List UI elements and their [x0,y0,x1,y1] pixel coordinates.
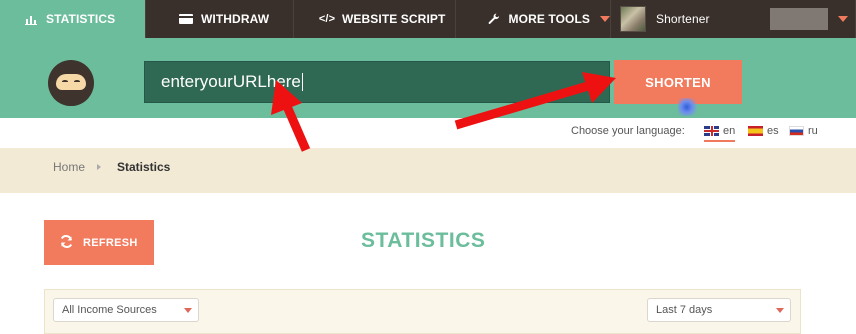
blurred-user-info [769,8,828,30]
date-range-select[interactable]: Last 7 days [647,298,791,322]
language-label: Choose your language: [571,125,685,137]
language-code-ru: ru [808,125,818,137]
chevron-right-icon [97,164,101,170]
ninja-logo-icon[interactable] [48,60,94,106]
spain-flag-icon [748,126,763,136]
code-icon: </> [318,13,336,25]
chevron-down-icon [776,308,784,313]
language-row: Choose your language: en es ru [0,118,856,148]
refresh-button[interactable]: REFRESH [44,220,154,265]
refresh-label: REFRESH [83,236,138,249]
filters-bar: All Income Sources Last 7 days [44,289,801,334]
nav-more-tools-label: MORE TOOLS [508,12,590,26]
income-source-select[interactable]: All Income Sources [53,298,199,322]
wrench-icon [488,13,501,25]
language-code-es: es [767,125,779,137]
url-input[interactable]: enteryourURLhere [144,61,610,103]
click-highlight-icon [678,98,700,116]
nav-withdraw[interactable]: WITHDRAW [146,0,294,38]
page: STATISTICS WITHDRAW </> WEBSITE SCRIPT M… [0,0,856,334]
nav-website-script[interactable]: </> WEBSITE SCRIPT [294,0,456,38]
url-input-value: enteryourURLhere [161,72,301,91]
nav-website-script-label: WEBSITE SCRIPT [342,12,446,26]
page-title: STATISTICS [361,229,486,252]
language-code-en: en [723,125,736,137]
breadcrumb-current: Statistics [117,160,171,174]
credit-card-icon [179,13,193,25]
income-source-value: All Income Sources [62,304,157,316]
nav-more-tools[interactable]: MORE TOOLS [456,0,611,38]
breadcrumb-home[interactable]: Home [53,160,85,174]
nav-withdraw-label: WITHDRAW [201,12,270,26]
date-range-value: Last 7 days [656,304,713,316]
language-option-ru[interactable]: ru [789,125,818,137]
breadcrumb: Home Statistics [0,148,856,193]
shorten-band: enteryourURLhere SHORTEN [0,38,856,118]
user-menu[interactable]: Shortener [611,0,856,38]
refresh-icon [60,234,73,251]
top-navigation: STATISTICS WITHDRAW </> WEBSITE SCRIPT M… [0,0,856,38]
user-name: Shortener [656,12,710,26]
language-option-en[interactable]: en [704,125,736,142]
avatar [620,6,646,32]
bar-chart-icon [24,13,38,25]
chevron-down-icon [600,16,610,22]
language-option-es[interactable]: es [748,125,779,137]
text-cursor [301,73,303,91]
chevron-down-icon [837,16,848,22]
nav-statistics-label: STATISTICS [46,12,116,26]
uk-flag-icon [704,126,719,136]
russia-flag-icon [789,126,804,136]
nav-statistics[interactable]: STATISTICS [0,0,146,38]
chevron-down-icon [184,308,192,313]
